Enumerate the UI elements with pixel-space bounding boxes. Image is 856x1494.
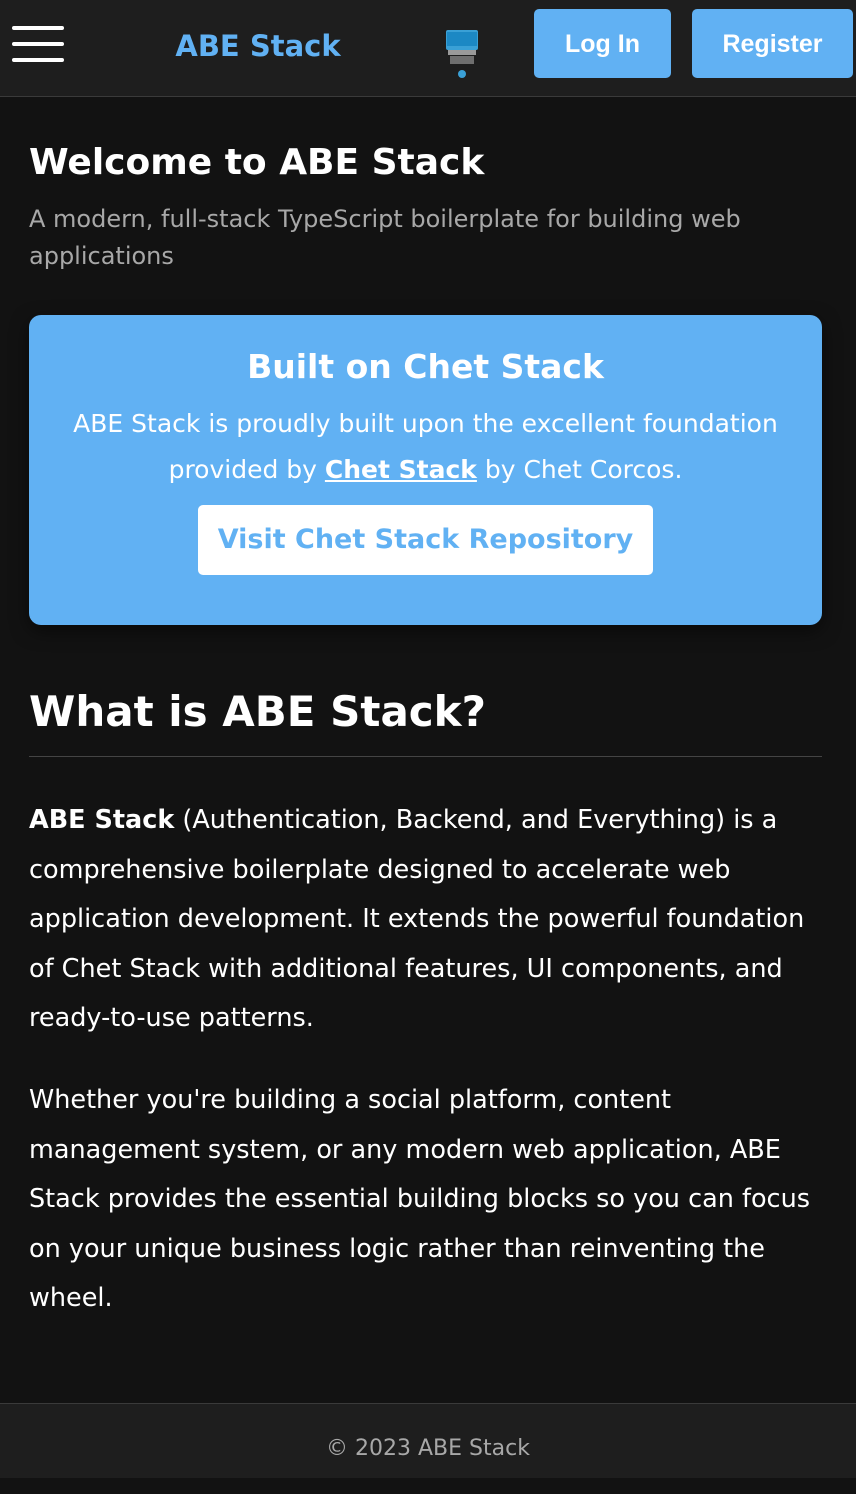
chet-stack-card: Built on Chet Stack ABE Stack is proudly… bbox=[29, 315, 822, 625]
about-paragraph-2: Whether you're building a social platfor… bbox=[29, 1085, 811, 1313]
login-button[interactable]: Log In bbox=[534, 9, 671, 78]
register-button[interactable]: Register bbox=[692, 9, 853, 78]
card-text: ABE Stack is proudly built upon the exce… bbox=[56, 401, 796, 493]
about-paragraph-1: ABE Stack (Authentication, Backend, and … bbox=[29, 796, 822, 1044]
footer: © 2023 ABE Stack bbox=[0, 1403, 856, 1478]
chet-stack-link[interactable]: Chet Stack bbox=[325, 455, 477, 484]
main-content: Welcome to ABE Stack A modern, full-stac… bbox=[29, 97, 822, 1313]
hamburger-menu-icon[interactable] bbox=[12, 26, 64, 62]
card-text-after: by Chet Corcos. bbox=[476, 455, 683, 484]
about-paragraph-1-text: (Authentication, Backend, and Everything… bbox=[29, 805, 805, 1033]
visit-repo-button[interactable]: Visit Chet Stack Repository bbox=[198, 505, 653, 575]
page-subtitle: A modern, full-stack TypeScript boilerpl… bbox=[29, 205, 741, 270]
page-title: Welcome to ABE Stack bbox=[29, 142, 485, 183]
about-bold-term: ABE Stack bbox=[29, 805, 175, 835]
monitor-theme-icon[interactable] bbox=[440, 26, 484, 82]
copyright-text: © 2023 ABE Stack bbox=[326, 1436, 530, 1461]
card-title: Built on Chet Stack bbox=[247, 347, 604, 386]
section-title: What is ABE Stack? bbox=[29, 682, 822, 757]
top-navbar: ABE Stack Log In Register bbox=[0, 0, 856, 97]
brand-logo-link[interactable]: ABE Stack bbox=[158, 24, 358, 68]
